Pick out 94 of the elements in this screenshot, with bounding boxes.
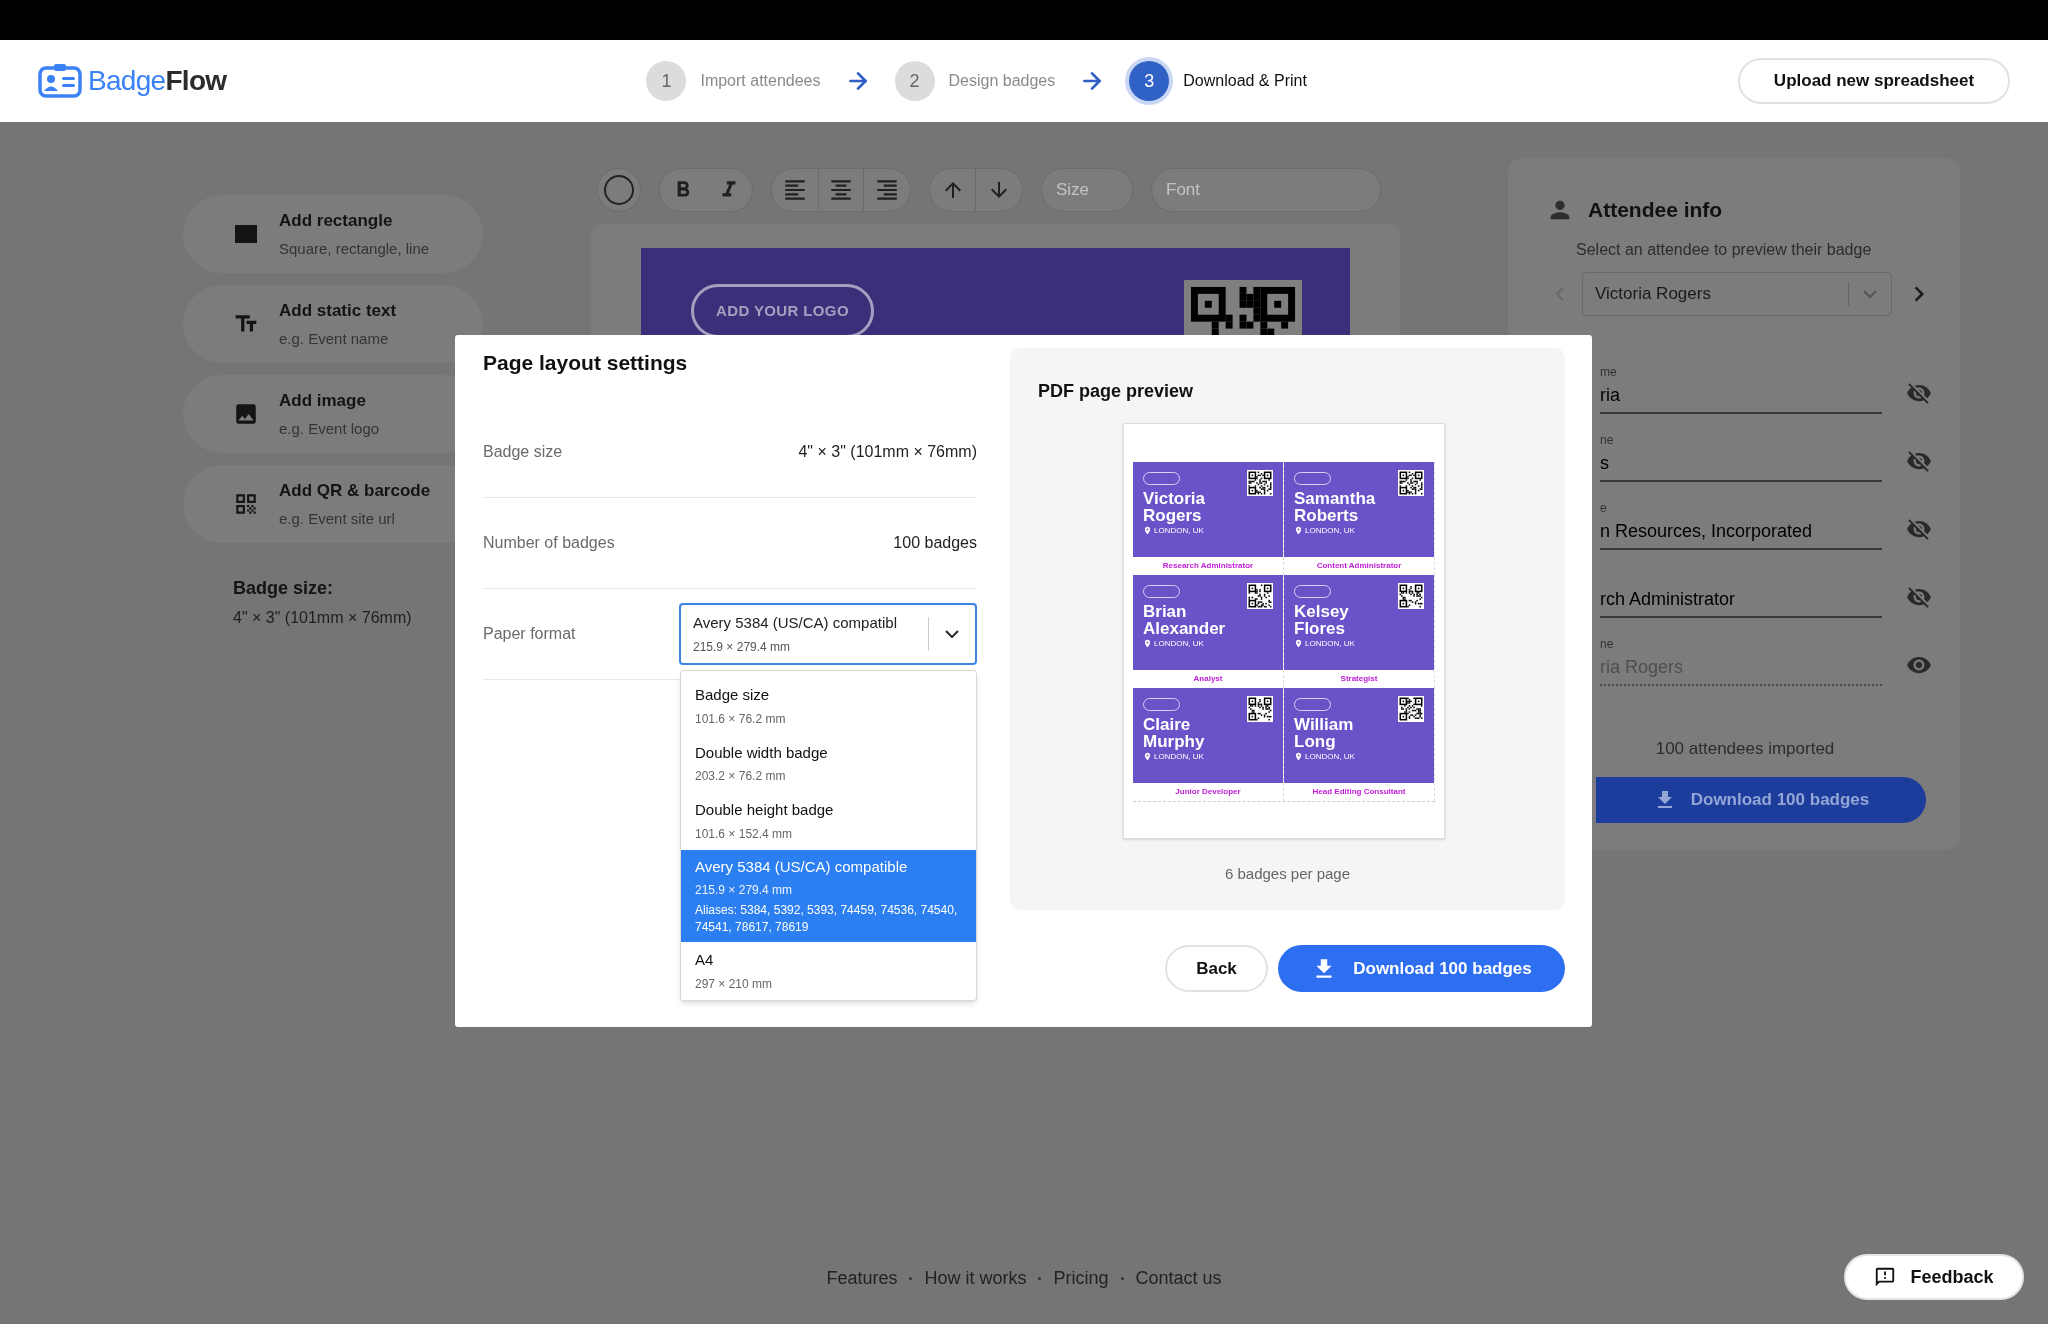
badge-location: LONDON, UK — [1305, 752, 1355, 761]
tool-title: Add image — [279, 390, 367, 412]
location-pin-icon — [1143, 752, 1152, 761]
badge-logo-icon — [38, 64, 82, 98]
tool-title: Add rectangle — [279, 210, 394, 232]
badge-name: Samantha Roberts — [1294, 490, 1377, 524]
align-center-button[interactable] — [818, 169, 864, 211]
align-center-icon — [828, 177, 854, 203]
step-number: 1 — [646, 61, 687, 101]
badge-size-value: 4" × 3" (101mm × 76mm) — [233, 608, 413, 628]
field-label: ne — [1600, 635, 1615, 652]
badge-location: LONDON, UK — [1154, 526, 1204, 535]
badges-per-page-caption: 6 badges per page — [1223, 864, 1352, 884]
footer-link[interactable]: Features — [826, 1265, 898, 1292]
location-pin-icon — [1294, 639, 1303, 648]
size-select[interactable]: Size — [1041, 168, 1133, 212]
step-number: 3 — [1129, 61, 1170, 101]
badge-role: Analyst — [1193, 673, 1223, 685]
download-badges-button[interactable]: Download 100 badges — [1278, 945, 1565, 992]
panel-subtitle: Select an attendee to preview their badge — [1576, 239, 1873, 260]
app-logo-text: BadgeFlow — [88, 64, 227, 98]
setting-value: 4" × 3" (101mm × 76mm) — [798, 441, 977, 462]
filled-square-icon — [235, 225, 257, 243]
dot-separator-icon — [1038, 1277, 1042, 1280]
location-pin-icon — [1294, 526, 1303, 535]
badge-size-label: Badge size: — [233, 577, 335, 600]
badge-location: LONDON, UK — [1154, 639, 1204, 648]
tool-subtitle: Square, rectangle, line — [279, 238, 430, 259]
paper-format-select[interactable]: Avery 5384 (US/CA) compatibl 215.9 × 279.4 mm — [679, 603, 977, 665]
dialog-title: Page layout settings — [483, 350, 689, 376]
footer-link[interactable]: Contact us — [1135, 1265, 1222, 1292]
dot-separator-icon — [1120, 1277, 1124, 1280]
footer-link[interactable]: Pricing — [1053, 1265, 1109, 1292]
location-pin-icon — [1143, 639, 1152, 648]
feedback-button[interactable]: Feedback — [1844, 1254, 2024, 1300]
step-label: Import attendees — [700, 71, 821, 91]
color-circle-button[interactable] — [597, 168, 641, 212]
field-label: ne — [1600, 431, 1615, 448]
field-label: me — [1600, 363, 1618, 380]
setting-label: Badge size — [483, 441, 563, 462]
paper-format-option[interactable]: Avery 5384 (US/CA) compatible 215.9 × 279.4 mm Aliases: 5384, 5392, 5393, 74459, 74536, 74540, 74541, 78617, 78619 — [681, 849, 976, 942]
paper-format-option[interactable]: Double height badge 101.6 × 152.4 mm — [681, 792, 976, 850]
field-label: e — [1600, 499, 1608, 516]
badge-name: Brian Alexander — [1143, 603, 1227, 637]
align-right-icon — [874, 177, 900, 203]
paper-format-option[interactable]: A4 297 × 210 mm — [681, 942, 976, 1000]
feedback-icon — [1874, 1266, 1897, 1288]
font-select[interactable]: Font — [1151, 168, 1381, 212]
tool-subtitle: e.g. Event site url — [279, 508, 396, 529]
setting-label: Paper format — [483, 623, 576, 644]
attendee-select[interactable]: Victoria Rogers — [1582, 271, 1892, 316]
back-button[interactable]: Back — [1165, 945, 1268, 992]
badge-name: Claire Murphy — [1143, 716, 1206, 750]
badge-location: LONDON, UK — [1305, 639, 1355, 648]
tool-subtitle: e.g. Event logo — [279, 418, 380, 439]
image-icon — [233, 401, 259, 427]
badge-location: LONDON, UK — [1154, 752, 1204, 761]
badge-location: LONDON, UK — [1305, 526, 1355, 535]
badge-role: Content Administrator — [1316, 560, 1402, 572]
badge-name: Victoria Rogers — [1143, 490, 1207, 524]
location-pin-icon — [1143, 526, 1152, 535]
panel-title: Attendee info — [1588, 197, 1723, 223]
badge-role: Strategist — [1340, 673, 1378, 685]
attendees-count: 100 attendees imported — [1654, 737, 1836, 760]
badge-name: William Long — [1294, 716, 1355, 750]
align-left-icon — [782, 177, 808, 203]
step-label: Design badges — [948, 71, 1056, 91]
badge-role: Research Administrator — [1162, 560, 1254, 572]
chevron-down-icon — [1863, 289, 1877, 298]
badge-role: Head Editing Consultant — [1312, 786, 1406, 798]
paper-format-option[interactable]: Badge size 101.6 × 76.2 mm — [681, 677, 976, 735]
step-label: Download & Print — [1183, 71, 1307, 91]
setting-value: 100 badges — [893, 532, 977, 553]
badge-role: Junior Developer — [1175, 786, 1241, 798]
paper-format-option[interactable]: Double width badge 203.2 × 76.2 mm — [681, 734, 976, 792]
tool-title: Add static text — [279, 300, 397, 322]
add-tool-item[interactable]: Add static text e.g. Event name — [183, 285, 483, 363]
add-tool-item[interactable]: Add rectangle Square, rectangle, line — [183, 195, 483, 273]
step-number: 2 — [894, 61, 935, 101]
download-badges-button[interactable]: Download 100 badges — [1596, 777, 1926, 823]
badge-name: Kelsey Flores — [1294, 603, 1350, 637]
footer-link[interactable]: How it works — [924, 1265, 1027, 1292]
text-field[interactable]: n Resources, Incorporated — [1600, 515, 1882, 550]
text-field[interactable]: ria — [1600, 379, 1882, 414]
tool-subtitle: e.g. Event name — [279, 328, 390, 349]
dot-separator-icon — [909, 1277, 913, 1280]
tool-title: Add QR & barcode — [279, 480, 431, 502]
preview-title: PDF page preview — [1038, 380, 1195, 403]
location-pin-icon — [1294, 752, 1303, 761]
text-field[interactable]: rch Administrator — [1600, 583, 1882, 618]
chevron-down-icon — [945, 630, 959, 638]
text-field[interactable]: s — [1600, 447, 1882, 482]
upload-spreadsheet-button[interactable]: Upload new spreadsheet — [1738, 58, 2010, 104]
setting-label: Number of badges — [483, 532, 615, 553]
